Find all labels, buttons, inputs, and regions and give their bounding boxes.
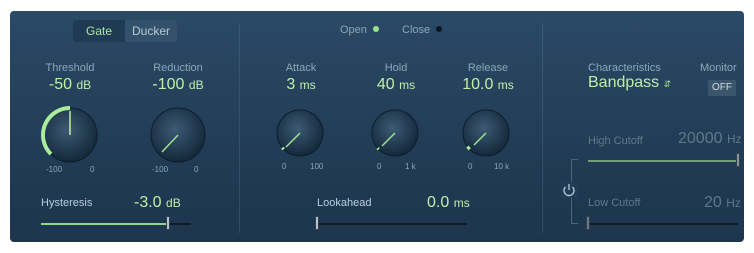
lookahead-label: Lookahead xyxy=(317,197,372,209)
hysteresis-label: Hysteresis xyxy=(41,197,93,209)
threshold-unit: dB xyxy=(76,78,92,92)
lookahead-unit: ms xyxy=(453,196,470,210)
lookahead-track xyxy=(317,223,467,225)
mode-segmented-control: Gate Ducker xyxy=(73,20,177,42)
hysteresis-unit: dB xyxy=(166,196,181,210)
hold-min-tick: 0 xyxy=(377,162,382,171)
power-link-icon[interactable] xyxy=(561,182,577,198)
hysteresis-fill xyxy=(41,223,167,225)
attack-min-tick: 0 xyxy=(282,162,287,171)
threshold-label: Threshold xyxy=(45,62,95,74)
hysteresis-thumb[interactable] xyxy=(166,216,170,230)
release-value[interactable]: 10.0 ms xyxy=(451,76,525,94)
monitor-label: Monitor xyxy=(700,62,737,74)
low-cutoff-thumb[interactable] xyxy=(586,216,590,230)
section-divider xyxy=(542,23,543,233)
release-min-tick: 0 xyxy=(468,162,473,171)
high-cutoff-thumb[interactable] xyxy=(736,153,740,167)
attack-label: Attack xyxy=(285,62,317,74)
lookahead-value[interactable]: 0.0 ms xyxy=(427,194,497,212)
attack-max-tick: 100 xyxy=(310,162,324,171)
hysteresis-number: -3.0 xyxy=(134,194,162,211)
reduction-unit: dB xyxy=(188,78,204,92)
attack-value[interactable]: 3 ms xyxy=(266,76,336,94)
release-knob[interactable] xyxy=(460,107,512,159)
lookahead-thumb[interactable] xyxy=(315,216,319,230)
close-indicator-icon xyxy=(436,26,443,32)
reduction-max-tick: 0 xyxy=(194,165,199,174)
open-option[interactable]: Open xyxy=(340,24,379,36)
gate-mode-button[interactable]: Gate xyxy=(73,20,125,42)
release-max-tick: 10 k xyxy=(494,162,510,171)
hold-value[interactable]: 40 ms xyxy=(361,76,431,94)
high-cutoff-unit: Hz xyxy=(726,132,742,146)
characteristics-label: Characteristics xyxy=(588,62,661,74)
reduction-knob[interactable] xyxy=(148,105,208,165)
hold-unit: ms xyxy=(399,78,416,92)
low-cutoff-track xyxy=(588,223,738,225)
updown-chevron-icon: ⇵ xyxy=(663,79,672,89)
release-unit: ms xyxy=(497,78,514,92)
reduction-label: Reduction xyxy=(153,62,203,74)
low-cutoff-value[interactable]: 20 Hz xyxy=(704,194,744,212)
attack-unit: ms xyxy=(299,78,316,92)
reduction-min-tick: -100 xyxy=(152,165,169,174)
close-option[interactable]: Close xyxy=(402,24,443,36)
low-cutoff-unit: Hz xyxy=(726,196,741,210)
threshold-min-tick: -100 xyxy=(46,165,63,174)
monitor-toggle-button[interactable]: OFF xyxy=(708,80,736,96)
ducker-mode-button[interactable]: Ducker xyxy=(125,20,177,42)
high-cutoff-number: 20000 xyxy=(678,130,723,147)
hold-label: Hold xyxy=(384,62,408,74)
hold-number: 40 xyxy=(376,76,395,93)
threshold-number: -50 xyxy=(48,76,72,93)
hold-knob[interactable] xyxy=(369,107,421,159)
attack-number: 3 xyxy=(286,76,296,93)
hold-max-tick: 1 k xyxy=(405,162,416,171)
reduction-number: -100 xyxy=(152,76,185,93)
threshold-value[interactable]: -50 dB xyxy=(30,76,110,94)
high-cutoff-value[interactable]: 20000 Hz xyxy=(678,130,744,148)
high-cutoff-label: High Cutoff xyxy=(588,135,643,147)
threshold-max-tick: 0 xyxy=(90,165,95,174)
characteristics-dropdown[interactable]: Bandpass ⇵ xyxy=(588,74,671,92)
noise-gate-panel: Gate Ducker Threshold -50 dB -100 0 Redu… xyxy=(10,11,744,242)
close-label: Close xyxy=(402,24,431,36)
low-cutoff-number: 20 xyxy=(704,194,722,211)
lookahead-number: 0.0 xyxy=(427,194,450,211)
release-number: 10.0 xyxy=(462,76,494,93)
low-cutoff-label: Low Cutoff xyxy=(588,197,641,209)
release-label: Release xyxy=(467,62,509,74)
high-cutoff-fill xyxy=(588,160,738,162)
open-label: Open xyxy=(340,24,367,36)
open-indicator-icon xyxy=(372,26,379,32)
hysteresis-value[interactable]: -3.0 dB xyxy=(134,194,198,212)
characteristics-value: Bandpass xyxy=(588,74,660,91)
threshold-knob[interactable] xyxy=(40,105,100,165)
section-divider xyxy=(239,23,240,233)
attack-knob[interactable] xyxy=(274,107,326,159)
reduction-value[interactable]: -100 dB xyxy=(138,76,218,94)
